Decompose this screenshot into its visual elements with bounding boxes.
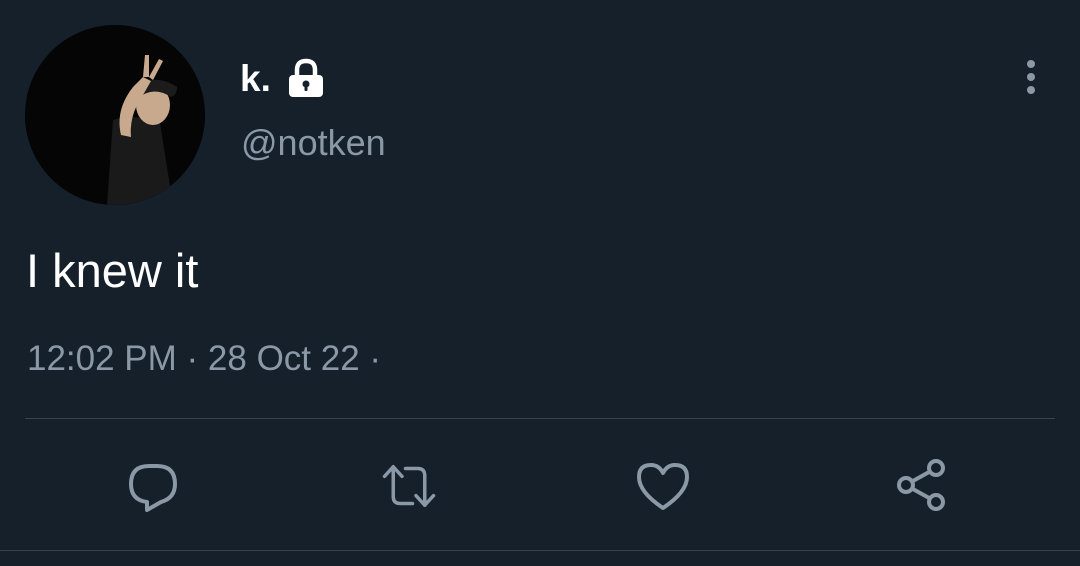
reply-icon bbox=[129, 464, 177, 512]
profile-photo bbox=[25, 25, 205, 205]
heart-icon bbox=[637, 463, 689, 510]
tweet-date[interactable]: 28 Oct 22 bbox=[208, 339, 360, 378]
lock-icon bbox=[287, 58, 325, 98]
divider bbox=[25, 418, 1055, 419]
tweet-time[interactable]: 12:02 PM bbox=[27, 339, 177, 378]
tweet-meta: 12:02 PM · 28 Oct 22 · bbox=[27, 339, 382, 379]
tweet-text: I knew it bbox=[26, 244, 199, 297]
meta-trailing-separator: · bbox=[359, 339, 382, 378]
share-icon bbox=[897, 459, 945, 511]
avatar[interactable] bbox=[25, 25, 205, 205]
bottom-divider bbox=[0, 550, 1080, 551]
retweet-button[interactable] bbox=[381, 458, 437, 514]
retweet-icon bbox=[382, 465, 436, 507]
display-name-row: k. bbox=[240, 56, 325, 100]
share-button[interactable] bbox=[894, 458, 950, 514]
display-name[interactable]: k. bbox=[240, 60, 271, 97]
like-button[interactable] bbox=[635, 458, 691, 514]
meta-separator: · bbox=[176, 339, 208, 378]
reply-button[interactable] bbox=[125, 458, 181, 514]
more-vertical-icon[interactable] bbox=[1016, 58, 1046, 98]
user-handle[interactable]: @notken bbox=[241, 125, 386, 161]
